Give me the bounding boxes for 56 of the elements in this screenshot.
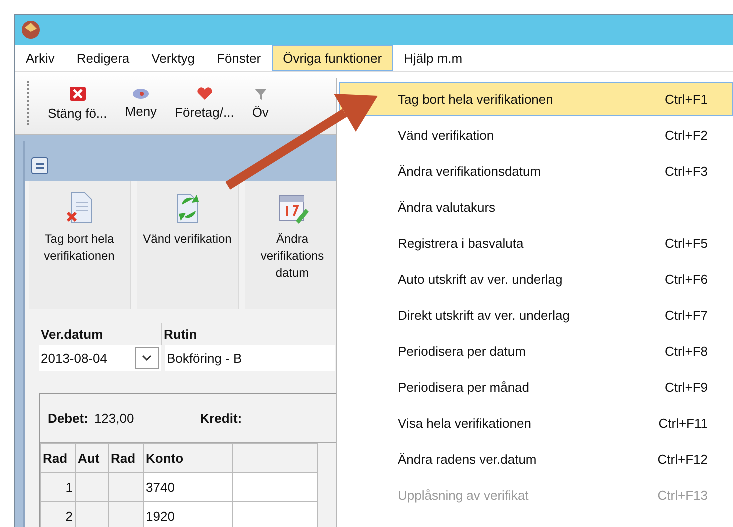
shortcut-label: Ctrl+F2 <box>665 128 708 142</box>
toolbar-button[interactable]: Stäng fö... <box>44 84 112 122</box>
shortcut-label: Ctrl+F7 <box>665 308 708 322</box>
table-cell: 2 <box>40 502 76 527</box>
menu-bar-item[interactable]: Fönster <box>206 45 272 71</box>
window-icon <box>31 157 49 175</box>
heart-icon <box>196 86 214 100</box>
menu-bar-item[interactable]: Hjälp m.m <box>393 45 474 71</box>
menu-item[interactable]: Ändra radens ver.datum Ctrl+F12 <box>339 442 733 476</box>
menu-item[interactable]: Ändra verifikationsdatum Ctrl+F3 <box>339 154 733 188</box>
table-cell: 1920 <box>144 502 232 527</box>
funnel-icon <box>254 86 268 100</box>
action-button[interactable]: Vänd verifikation <box>137 181 239 309</box>
menu-item[interactable]: Visa hela verifikationen Ctrl+F11 <box>339 406 733 440</box>
menu-bar-item[interactable]: Arkiv <box>15 45 66 71</box>
summary-label: Kredit: <box>200 410 242 426</box>
table-cell: 1 <box>40 472 76 502</box>
chevron-down-icon <box>142 355 152 361</box>
menu-item[interactable]: Auto utskrift av ver. underlag Ctrl+F6 <box>339 262 733 296</box>
shortcut-label: Ctrl+F13 <box>658 488 708 502</box>
toolbar-button[interactable]: Meny <box>121 86 162 120</box>
action-button[interactable]: Ändra verifikations datum <box>245 181 336 309</box>
shortcut-label: Ctrl+F1 <box>665 92 708 106</box>
table-cell: 3740 <box>144 472 232 502</box>
menu-item[interactable]: Ändra valutakurs <box>339 190 733 224</box>
shortcut-label: Ctrl+F5 <box>665 236 708 250</box>
shortcut-label: Ctrl+F6 <box>665 272 708 286</box>
app-logo-icon <box>21 20 41 40</box>
menu-item[interactable]: Periodisera per datum Ctrl+F8 <box>339 334 733 368</box>
action-button[interactable]: Tag bort hela verifikationen <box>29 181 131 309</box>
summary-value: 123,00 <box>94 410 134 426</box>
toolbar-button[interactable]: Företag/... <box>171 84 238 122</box>
menu-item[interactable]: Direkt utskrift av ver. underlag Ctrl+F7 <box>339 298 733 332</box>
date-dropdown[interactable]: 2013-08-04 <box>39 345 161 371</box>
close-icon <box>68 86 87 102</box>
field-label: Ver.datum <box>40 326 104 344</box>
shortcut-label: Ctrl+F11 <box>658 416 708 430</box>
toolbar-button[interactable]: Öv <box>248 84 273 122</box>
shortcut-label: Ctrl+F9 <box>665 380 708 394</box>
disc-icon <box>132 88 150 100</box>
menu-item[interactable]: Registrera i basvaluta Ctrl+F5 <box>339 226 733 260</box>
shortcut-label: Ctrl+F3 <box>665 164 708 178</box>
menu-item[interactable]: Vänd verifikation Ctrl+F2 <box>339 118 733 152</box>
summary-label: Debet: <box>48 410 88 426</box>
menu-bar-item[interactable]: Redigera <box>66 45 141 71</box>
shortcut-label: Ctrl+F12 <box>658 452 708 466</box>
menu-item[interactable]: Tag bort hela verifikationen Ctrl+F1 <box>339 82 733 116</box>
menu-bar-item[interactable]: Verktyg <box>140 45 206 71</box>
column-header: Aut <box>76 444 108 472</box>
menu-bar-item[interactable]: Övriga funktioner <box>272 45 394 71</box>
column-header: Rad <box>40 444 76 472</box>
column-header: Rad <box>108 444 144 472</box>
menu-item[interactable]: Periodisera per månad Ctrl+F9 <box>339 370 733 404</box>
shortcut-label: Ctrl+F8 <box>665 344 708 358</box>
column-header: Konto <box>144 444 232 472</box>
text-field[interactable]: Bokföring - B <box>165 345 335 371</box>
